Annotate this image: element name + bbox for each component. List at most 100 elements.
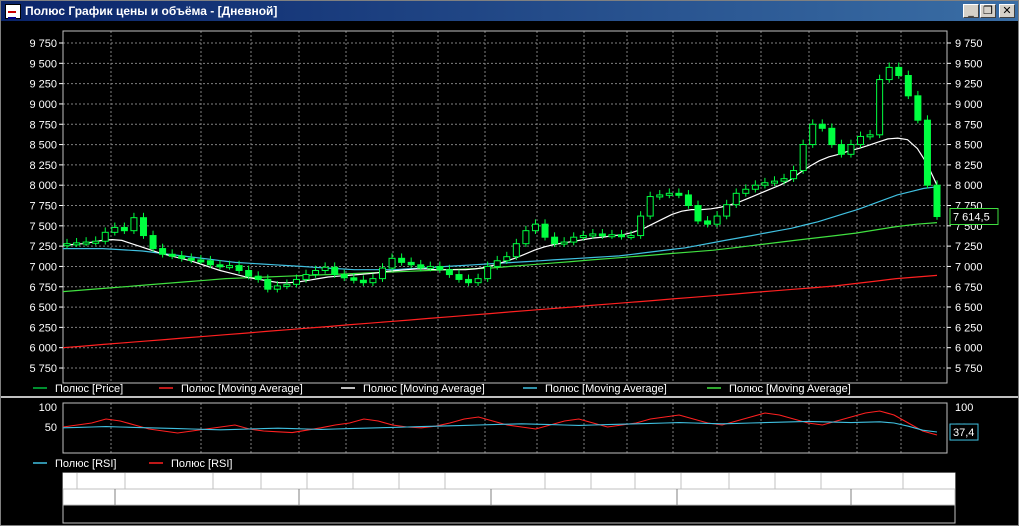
candle-body-58 (618, 234, 626, 238)
candle-body-78 (809, 123, 817, 146)
candle-body-28 (331, 266, 339, 276)
price-ytick-label-right: 6 500 (955, 302, 983, 314)
candle-body-80 (828, 127, 836, 146)
candle-body-63 (665, 192, 673, 196)
rsi-ytick-label-left: 50 (45, 422, 57, 434)
title-bar[interactable]: Полюс График цены и объёма - [Дневной] _… (1, 1, 1018, 21)
price-ytick-label-right: 7 000 (955, 261, 983, 273)
price-ytick-label-left: 8 000 (29, 180, 57, 192)
legend-label-4: Полюс [Moving Average] (729, 383, 851, 395)
legend-label-1: Полюс [Moving Average] (181, 383, 303, 395)
day-label: 25 (827, 476, 839, 488)
candle-body-18 (235, 265, 243, 271)
candle-body-65 (684, 194, 692, 206)
candle-body-81 (837, 144, 845, 155)
price-ytick-label-right: 8 250 (955, 160, 983, 172)
candle-body-54 (579, 235, 587, 239)
candle-body-90 (923, 119, 931, 186)
candle-body-6 (120, 226, 128, 232)
candle-body-45 (493, 260, 501, 267)
price-ytick-label-left: 8 500 (29, 140, 57, 152)
candle-body-50 (541, 223, 549, 238)
legend-label-3: Полюс [Moving Average] (545, 383, 667, 395)
candle-body-83 (857, 135, 865, 146)
candle-body-51 (551, 236, 559, 245)
price-ytick-label-right: 7 250 (955, 241, 983, 253)
rsi-legend-label-0: Полюс [RSI] (55, 458, 116, 470)
minimize-button[interactable]: _ (963, 4, 979, 18)
legend-label-2: Полюс [Moving Average] (363, 383, 485, 395)
price-ytick-label-left: 9 500 (29, 58, 57, 70)
candle-body-38 (426, 265, 434, 269)
candle-body-22 (273, 285, 281, 290)
price-ytick-label-right: 9 250 (955, 79, 983, 91)
candle-body-23 (283, 283, 291, 287)
price-ytick-label-right: 6 750 (955, 282, 983, 294)
candle-body-85 (876, 79, 884, 136)
price-ytick-label-left: 6 250 (29, 322, 57, 334)
candle-body-47 (512, 243, 520, 258)
price-ytick-label-left: 8 750 (29, 119, 57, 131)
candle-body-87 (895, 66, 903, 76)
candle-body-73 (761, 182, 769, 186)
day-label: 17 (781, 476, 793, 488)
candle-body-86 (885, 66, 893, 81)
candle-body-67 (704, 220, 712, 225)
price-ytick-label-left: 6 000 (29, 343, 57, 355)
candle-body-24 (292, 278, 300, 285)
candle-body-48 (522, 230, 530, 245)
candle-body-61 (646, 196, 654, 217)
candle-body-20 (254, 275, 262, 280)
ma-cyan-line (63, 186, 938, 271)
month-label: 2020 (496, 492, 520, 504)
price-ytick-label-right: 9 500 (955, 58, 983, 70)
price-ytick-label-left: 9 000 (29, 99, 57, 111)
candle-body-3 (92, 240, 100, 244)
candle-body-57 (608, 234, 616, 238)
candle-body-77 (799, 144, 807, 172)
candle-body-27 (321, 266, 329, 271)
candle-body-0 (63, 243, 71, 247)
last-price-label: 7 614,5 (953, 212, 990, 224)
window-title: Полюс График цены и объёма - [Дневной] (25, 4, 278, 18)
price-axis: 9 750 9 750 9 500 9 500 9 250 9 250 9 000 9 000… (29, 38, 999, 375)
price-ytick-label-right: 9 750 (955, 38, 983, 50)
candle-body-74 (770, 180, 778, 184)
candle-body-13 (187, 257, 195, 261)
rsi-red-line (62, 410, 938, 436)
price-ytick-label-right: 8 750 (955, 119, 983, 131)
price-ytick-label-left: 9 250 (29, 79, 57, 91)
month-label: Feb (682, 492, 701, 504)
rsi-frame (62, 402, 948, 454)
close-button[interactable]: ✕ (999, 4, 1015, 18)
candle-body-34 (388, 257, 396, 269)
candle-body-35 (398, 257, 406, 263)
candle-body-7 (130, 217, 138, 232)
candle-body-89 (914, 95, 922, 121)
candle-body-66 (694, 205, 702, 222)
price-ytick-label-right: 9 000 (955, 99, 983, 111)
candle-body-30 (350, 277, 358, 281)
candle-body-16 (216, 264, 224, 268)
candle-body-40 (445, 269, 453, 276)
day-label: 2 (313, 476, 319, 488)
candle-body-19 (245, 270, 253, 277)
price-ytick-label-left: 7 250 (29, 241, 57, 253)
candle-body-15 (206, 260, 214, 266)
price-legend: Полюс [Price] Полюс [Moving Average] Полюс… (33, 383, 851, 395)
price-volume-chart[interactable]: 9 750 9 7509 500 9 5009 250 9 2509 000 9 000… (1, 21, 1018, 525)
price-ytick-label-right: 6 000 (955, 343, 983, 355)
rsi-legend-label-1: Полюс [RSI] (171, 458, 232, 470)
price-ytick-label-left: 7 500 (29, 221, 57, 233)
candle-body-82 (847, 144, 855, 155)
candle-body-1 (73, 242, 81, 246)
price-ytick-label-left: 6 500 (29, 302, 57, 314)
candle-body-5 (111, 226, 119, 233)
rsi-ytick-label-left: 100 (39, 402, 57, 414)
candle-body-42 (465, 278, 473, 284)
restore-button[interactable]: ❐ (980, 4, 996, 18)
candle-body-32 (369, 278, 377, 284)
day-label: 27 (641, 476, 653, 488)
candle-body-25 (302, 274, 310, 280)
chart-app-icon[interactable] (5, 4, 21, 19)
